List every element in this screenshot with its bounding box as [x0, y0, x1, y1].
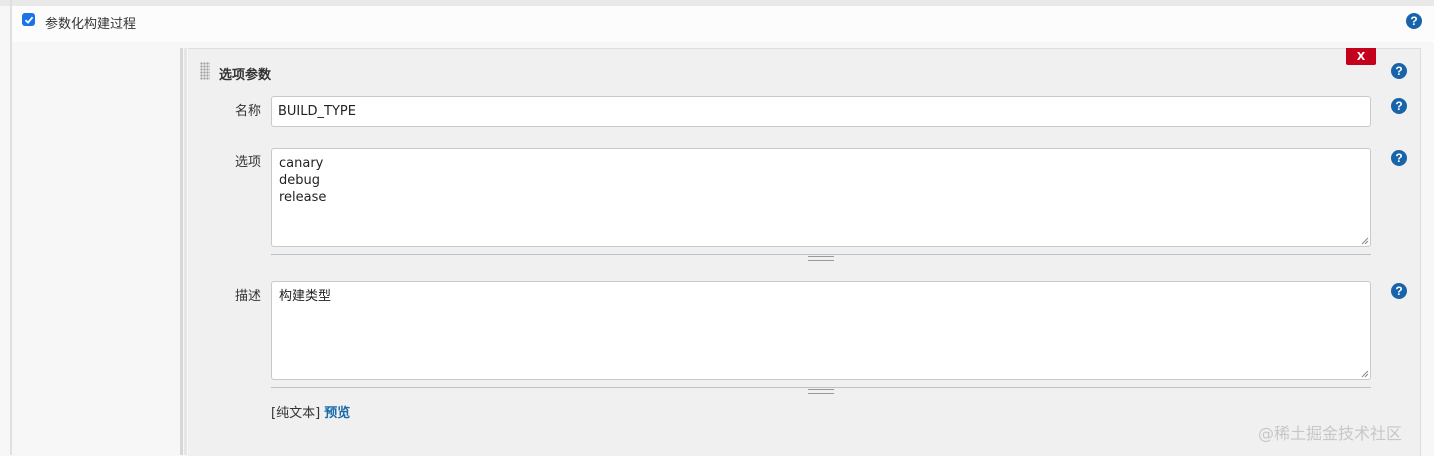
name-input[interactable]: BUILD_TYPE — [271, 96, 1371, 127]
description-value: 构建类型 — [279, 289, 332, 304]
choices-label: 选项 — [234, 155, 261, 170]
drag-handle-icon[interactable] — [200, 62, 210, 80]
help-icon[interactable]: ? — [1391, 150, 1407, 166]
checkmark-icon — [24, 16, 33, 24]
choice-item: canary — [279, 156, 324, 171]
plain-text-label: [纯文本] — [271, 406, 321, 421]
choice-item: debug — [279, 173, 320, 188]
choice-item: release — [279, 190, 327, 205]
section-title: 参数化构建过程 — [45, 17, 137, 32]
resize-grip-icon[interactable] — [1361, 237, 1369, 245]
watermark: @稀土掘金技术社区 — [1258, 424, 1403, 443]
resize-grip-icon[interactable] — [1361, 370, 1369, 378]
description-label: 描述 — [234, 289, 261, 304]
help-icon[interactable]: ? — [1391, 98, 1407, 114]
choices-textarea[interactable]: canary debug release — [271, 148, 1371, 247]
section-header — [12, 6, 1434, 43]
svg-text:?: ? — [1395, 151, 1402, 165]
resize-handle-icon[interactable] — [808, 389, 834, 394]
textarea-resize-bar[interactable] — [271, 254, 1371, 262]
panel-border — [180, 48, 183, 455]
delete-parameter-button[interactable]: X — [1346, 48, 1376, 65]
parameter-type-title: 选项参数 — [219, 68, 272, 83]
panel-border-inner — [184, 48, 187, 455]
description-textarea[interactable]: 构建类型 — [271, 281, 1371, 380]
resize-handle-icon[interactable] — [808, 256, 834, 261]
svg-text:?: ? — [1410, 14, 1417, 28]
parameterized-build-checkbox[interactable] — [22, 13, 35, 26]
svg-text:?: ? — [1395, 284, 1402, 298]
name-label: 名称 — [234, 104, 261, 119]
help-icon[interactable]: ? — [1391, 283, 1407, 299]
textarea-resize-bar[interactable] — [271, 387, 1371, 395]
svg-text:?: ? — [1395, 99, 1402, 113]
name-value: BUILD_TYPE — [278, 104, 356, 119]
help-icon[interactable]: ? — [1391, 63, 1407, 79]
markup-format-row: [纯文本] 预览 — [271, 402, 350, 421]
help-icon[interactable]: ? — [1406, 13, 1422, 29]
preview-link[interactable]: 预览 — [324, 406, 350, 421]
svg-text:?: ? — [1395, 64, 1402, 78]
